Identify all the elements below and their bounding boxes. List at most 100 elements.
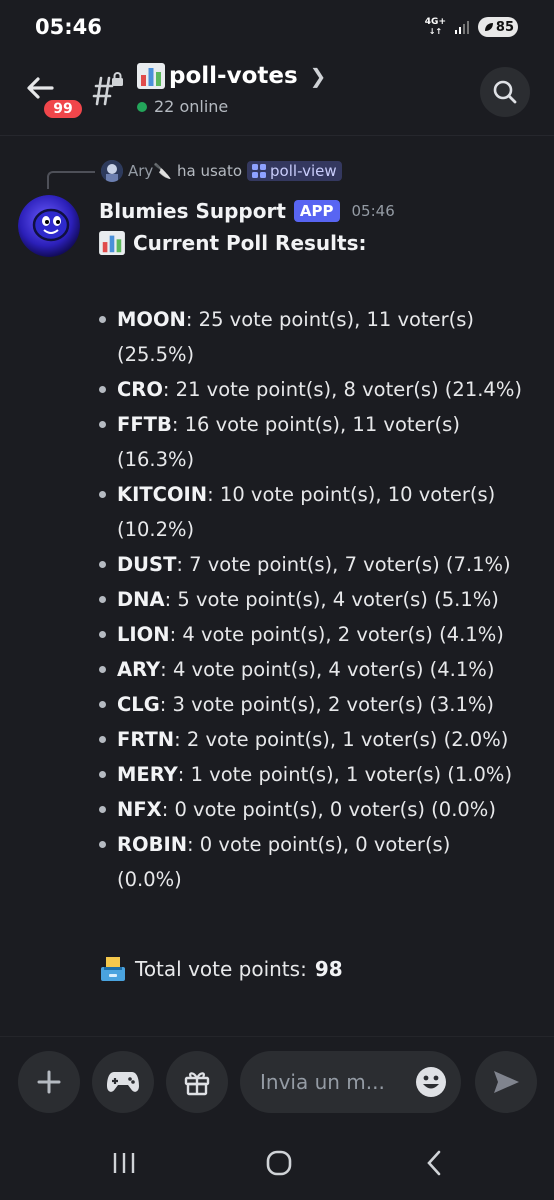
search-button[interactable] <box>480 67 530 117</box>
option-name: KITCOIN <box>117 483 208 506</box>
option-stats: : 16 vote point(s), 11 voter(s) <box>171 413 460 436</box>
option-stats: : 21 vote point(s), 8 voter(s) (21.4%) <box>162 378 522 401</box>
message-time: 05:46 <box>351 202 395 220</box>
send-button[interactable] <box>475 1051 537 1113</box>
status-bar: 05:46 4G+ ↓↑ 85 <box>0 0 554 58</box>
poll-result-item: CLG: 3 vote point(s), 2 voter(s) (3.1%) <box>97 687 547 722</box>
system-nav-bar <box>0 1130 554 1200</box>
poll-result-item: CRO: 21 vote point(s), 8 voter(s) (21.4%… <box>97 372 547 407</box>
option-name: NFX <box>117 798 162 821</box>
gift-button[interactable] <box>166 1051 228 1113</box>
leaf-icon <box>484 23 493 31</box>
option-name: FRTN <box>117 728 175 751</box>
option-stats: : 2 vote point(s), 1 voter(s) (2.0%) <box>174 728 509 751</box>
reply-avatar-image <box>101 160 123 182</box>
signal-icon <box>455 21 469 34</box>
poll-result-item: ROBIN: 0 vote point(s), 0 voter(s) (0.0%) <box>97 827 547 897</box>
online-count: 22 online <box>154 97 229 116</box>
poll-result-item: MERY: 1 vote point(s), 1 voter(s) (1.0%) <box>97 757 547 792</box>
option-percent: (16.3%) <box>117 448 195 471</box>
option-name: CRO <box>117 378 163 401</box>
poll-result-item: LION: 4 vote point(s), 2 voter(s) (4.1%) <box>97 617 547 652</box>
option-stats: : 4 vote point(s), 4 voter(s) (4.1%) <box>160 658 495 681</box>
emoji-icon[interactable] <box>415 1066 447 1098</box>
total-label: Total vote points: <box>135 957 307 981</box>
option-name: MOON <box>117 308 186 331</box>
option-name: ROBIN <box>117 833 188 856</box>
status-time: 05:46 <box>35 15 102 39</box>
option-name: ARY <box>117 658 161 681</box>
option-name: MERY <box>117 763 178 786</box>
battery-indicator: 85 <box>478 17 518 37</box>
poll-result-item: DNA: 5 vote point(s), 4 voter(s) (5.1%) <box>97 582 547 617</box>
author-avatar[interactable] <box>18 195 80 257</box>
option-percent: (25.5%) <box>117 343 195 366</box>
message-placeholder: Invia un m... <box>260 1070 385 1094</box>
command-name: poll-view <box>270 162 337 180</box>
message-header: Blumies Support APP 05:46 <box>99 199 395 223</box>
reply-username: Ary🔪 <box>128 162 172 180</box>
network-label: 4G+ <box>424 17 446 27</box>
command-reference[interactable]: Ary🔪 ha usato poll-view <box>101 160 342 182</box>
option-stats: : 5 vote point(s), 4 voter(s) (5.1%) <box>164 588 499 611</box>
online-dot-icon <box>137 101 147 112</box>
option-stats: : 1 vote point(s), 1 voter(s) (1.0%) <box>177 763 513 786</box>
option-name: LION <box>117 623 170 646</box>
option-name: FFTB <box>117 413 172 436</box>
poll-result-item: MOON: 25 vote point(s), 11 voter(s) (25.5… <box>97 302 547 372</box>
option-stats: : 10 vote point(s), 10 voter(s) <box>207 483 496 506</box>
message-input[interactable]: Invia un m... <box>240 1051 461 1113</box>
author-name[interactable]: Blumies Support <box>99 199 286 223</box>
home-button[interactable] <box>259 1146 299 1180</box>
gift-icon <box>184 1072 210 1096</box>
option-stats: : 3 vote point(s), 2 voter(s) (3.1%) <box>159 693 495 716</box>
command-pill[interactable]: poll-view <box>247 161 342 181</box>
ballot-box-icon <box>101 957 125 981</box>
poll-result-item: DUST: 7 vote point(s), 7 voter(s) (7.1%) <box>97 547 547 582</box>
option-name: DNA <box>117 588 165 611</box>
hash-lock-icon <box>92 72 123 106</box>
reply-action: ha usato <box>176 162 243 180</box>
send-icon <box>494 1071 519 1093</box>
total-value: 98 <box>314 957 343 981</box>
poll-result-item: KITCOIN: 10 vote point(s), 10 voter(s) (1… <box>97 477 547 547</box>
recents-button[interactable] <box>104 1146 144 1180</box>
option-percent: (0.0%) <box>117 868 182 891</box>
channel-title[interactable]: poll-votes ❯ <box>137 63 326 89</box>
status-icons: 4G+ ↓↑ 85 <box>425 17 518 37</box>
chevron-right-icon: ❯ <box>309 64 327 88</box>
channel-name: poll-votes <box>169 63 298 89</box>
search-icon <box>493 80 517 104</box>
unread-badge: 99 <box>41 97 85 121</box>
online-status: 22 online <box>137 97 228 116</box>
data-arrows-icon: ↓↑ <box>428 27 443 36</box>
total-line: Total vote points: 98 <box>99 955 343 983</box>
blumies-avatar-image <box>18 195 80 257</box>
option-stats: : 25 vote point(s), 11 voter(s) <box>185 308 475 331</box>
poll-result-item: ARY: 4 vote point(s), 4 voter(s) (4.1%) <box>97 652 547 687</box>
poll-title-text: Current Poll Results: <box>133 231 367 255</box>
option-percent: (10.2%) <box>117 518 195 541</box>
battery-level: 85 <box>495 19 514 35</box>
option-stats: : 0 vote point(s), 0 voter(s) (0.0%) <box>161 798 496 821</box>
app-tag: APP <box>293 200 340 222</box>
gamepad-icon <box>107 1072 139 1092</box>
option-stats: : 0 vote point(s), 0 voter(s) <box>187 833 451 856</box>
option-name: CLG <box>117 693 160 716</box>
poll-title: Current Poll Results: <box>99 231 366 255</box>
home-icon <box>266 1150 292 1176</box>
plus-icon <box>37 1070 61 1094</box>
poll-result-item: NFX: 0 vote point(s), 0 voter(s) (0.0%) <box>97 792 547 827</box>
reply-avatar <box>101 160 123 182</box>
poll-results-list: MOON: 25 vote point(s), 11 voter(s) (25.5… <box>97 302 547 897</box>
system-back-button[interactable] <box>414 1146 454 1180</box>
option-stats: : 4 vote point(s), 2 voter(s) (4.1%) <box>169 623 504 646</box>
bar-chart-emoji-icon <box>99 231 125 255</box>
option-stats: : 7 vote point(s), 7 voter(s) (7.1%) <box>176 553 511 576</box>
reply-connector <box>47 171 95 189</box>
attach-button[interactable] <box>18 1051 80 1113</box>
network-indicator: 4G+ ↓↑ <box>424 17 446 37</box>
header-divider <box>0 135 554 136</box>
bar-chart-emoji-icon <box>137 63 165 89</box>
activities-button[interactable] <box>92 1051 154 1113</box>
